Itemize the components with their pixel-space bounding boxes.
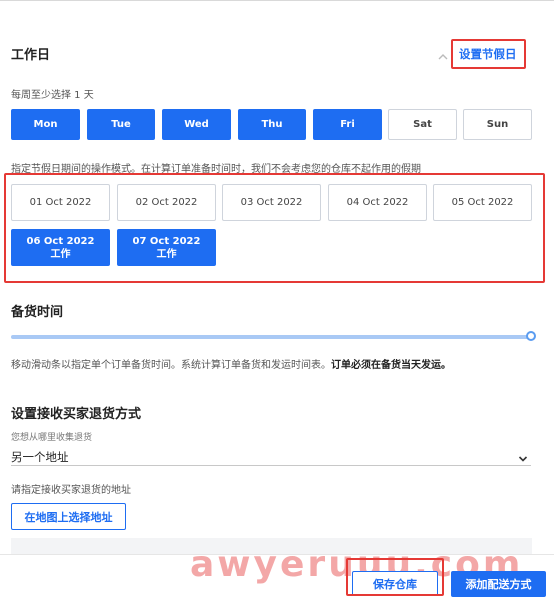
chevron-up-icon[interactable] (437, 48, 449, 60)
day-label: Fri (340, 119, 355, 130)
address-note: 请指定接收买家退货的地址 (11, 485, 131, 496)
day-label: Sat (413, 119, 432, 130)
holiday-date-item[interactable]: 04 Oct 2022 (328, 184, 427, 221)
date-label: 05 Oct 2022 (451, 197, 514, 208)
holiday-date-item[interactable]: 05 Oct 2022 (433, 184, 532, 221)
day-label: Wed (184, 119, 209, 130)
select-underline (11, 465, 531, 466)
workdays-title: 工作日 (11, 48, 51, 63)
holiday-date-item[interactable]: 03 Oct 2022 (222, 184, 321, 221)
date-status: 工作 (156, 248, 177, 260)
returns-select-value: 另一个地址 (11, 450, 69, 464)
day-label: Thu (261, 119, 283, 130)
date-label: 04 Oct 2022 (346, 197, 409, 208)
stocking-note-bold: 订单必须在备货当天发运。 (331, 360, 451, 371)
returns-title: 设置接收买家退货方式 (11, 407, 142, 422)
date-label: 01 Oct 2022 (29, 197, 92, 208)
add-shipping-method-label: 添加配送方式 (465, 578, 532, 591)
day-label: Sun (486, 119, 509, 130)
add-shipping-method-button[interactable]: 添加配送方式 (451, 571, 546, 597)
top-divider (0, 0, 554, 1)
min-days-note: 每周至少选择 1 天 (11, 90, 94, 101)
day-label: Tue (111, 119, 131, 130)
holiday-date-item-working[interactable]: 07 Oct 2022 工作 (117, 229, 216, 266)
date-label: 06 Oct 2022 (26, 235, 95, 247)
day-toggle-sat[interactable]: Sat (388, 109, 457, 140)
highlight-box-holidays (451, 39, 526, 69)
holiday-date-item[interactable]: 01 Oct 2022 (11, 184, 110, 221)
returns-select-label: 您想从哪里收集退货 (11, 433, 93, 443)
day-toggle-thu[interactable]: Thu (238, 109, 306, 140)
stocking-slider-handle[interactable] (526, 331, 536, 341)
day-toggle-sun[interactable]: Sun (463, 109, 532, 140)
date-label: 02 Oct 2022 (135, 197, 198, 208)
day-toggle-fri[interactable]: Fri (313, 109, 382, 140)
date-status: 工作 (50, 248, 71, 260)
stocking-slider-track[interactable] (11, 335, 530, 339)
stocking-note: 移动滑动条以指定单个订单备货时间。系统计算订单备货和发运时间表。订单必须在备货当… (11, 356, 451, 371)
day-toggle-mon[interactable]: Mon (11, 109, 80, 140)
day-toggle-wed[interactable]: Wed (162, 109, 231, 140)
date-label: 03 Oct 2022 (240, 197, 303, 208)
holiday-date-item[interactable]: 02 Oct 2022 (117, 184, 216, 221)
choose-on-map-button[interactable]: 在地图上选择地址 (11, 503, 126, 530)
day-label: Mon (33, 119, 58, 130)
holiday-date-item-working[interactable]: 06 Oct 2022 工作 (11, 229, 110, 266)
highlight-box-save (346, 558, 444, 596)
choose-on-map-label: 在地图上选择地址 (24, 510, 113, 524)
stocking-note-main: 移动滑动条以指定单个订单备货时间。系统计算订单备货和发运时间表。 (11, 360, 331, 371)
returns-select[interactable]: 另一个地址 (11, 446, 531, 464)
day-toggle-tue[interactable]: Tue (87, 109, 155, 140)
stocking-title: 备货时间 (11, 305, 64, 320)
date-label: 07 Oct 2022 (132, 235, 201, 247)
